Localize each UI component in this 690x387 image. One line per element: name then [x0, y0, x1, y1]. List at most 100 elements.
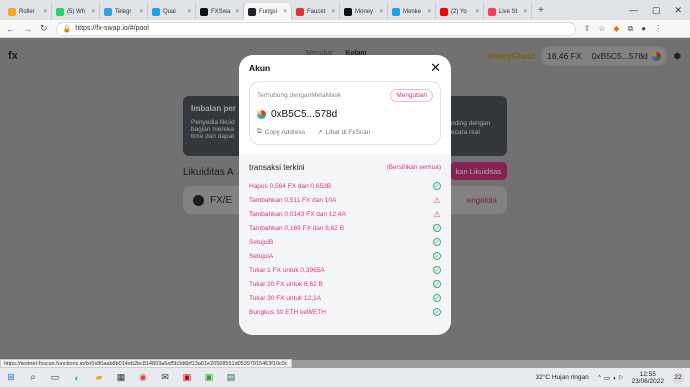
- transaction-text: Bungkus 30 ETH keWETH: [249, 308, 326, 316]
- clock[interactable]: 12:55 23/06/2022: [631, 371, 664, 385]
- notification-badge[interactable]: 22: [672, 371, 684, 384]
- check-circle-icon: ✓: [433, 182, 441, 190]
- view-explorer-label: Lihat di FxScan: [325, 128, 371, 136]
- warning-icon: ⚠: [433, 209, 441, 219]
- transaction-row[interactable]: Tukar 30 FX untuk 12,1A ✓: [249, 291, 441, 305]
- tab-close-icon[interactable]: ×: [427, 9, 431, 15]
- check-circle-icon: ✓: [433, 252, 441, 260]
- forward-icon[interactable]: →: [23, 24, 32, 34]
- transaction-row[interactable]: Bungkus 30 ETH keWETH ✓: [249, 305, 441, 319]
- transaction-row[interactable]: Tambahkan 0,0143 FX dan 12,4A ⚠: [249, 207, 441, 221]
- share-icon[interactable]: ⇪: [584, 24, 591, 33]
- transaction-text: SetujuiA: [249, 252, 274, 260]
- transaction-text: Tukar 30 FX untuk 12,1A: [249, 294, 322, 302]
- menu-icon[interactable]: ⋮: [654, 24, 662, 33]
- transaction-row[interactable]: Tambahkan 0,169 FX dan 8,62 B ✓: [249, 221, 441, 235]
- check-circle-icon: ✓: [433, 294, 441, 302]
- tab-label: FXSwa: [211, 8, 231, 15]
- window-controls: — ▢ ✕: [629, 0, 690, 20]
- tab-close-icon[interactable]: ×: [91, 9, 95, 15]
- tab-favicon-icon: [104, 7, 112, 16]
- windows-start-icon[interactable]: ⊞: [4, 371, 18, 384]
- browser-tab[interactable]: Fungsi ×: [244, 3, 292, 20]
- tab-favicon-icon: [248, 7, 256, 16]
- copy-address-button[interactable]: ⧉ Copy Address: [257, 128, 305, 136]
- tray-icons[interactable]: ⌃ ▭ ◑ ⚐: [597, 374, 624, 382]
- tab-close-icon[interactable]: ×: [523, 9, 527, 15]
- browser-tab[interactable]: FXSwa ×: [196, 3, 244, 20]
- browser-tab[interactable]: Monke ×: [388, 3, 436, 20]
- weather[interactable]: 32°C Hujan ringan: [536, 374, 589, 381]
- close-icon[interactable]: ✕: [430, 60, 441, 76]
- browser-tab[interactable]: Quai ×: [148, 3, 196, 20]
- tab-label: Quai: [163, 8, 176, 15]
- browser-tab[interactable]: Money ×: [340, 3, 388, 20]
- copy-address-label: Copy Address: [264, 128, 306, 136]
- check-circle-icon: ✓: [433, 266, 441, 274]
- tab-close-icon[interactable]: ×: [475, 9, 479, 15]
- store-icon[interactable]: ▦: [114, 371, 128, 384]
- status-bar-url: https://testnet-fxscan.functionx.io/tx/0…: [0, 359, 292, 368]
- browser-tab[interactable]: Roller ×: [4, 3, 52, 20]
- browser-tab[interactable]: (2) Yo ×: [436, 3, 484, 20]
- tab-close-icon[interactable]: ×: [331, 9, 335, 15]
- file-explorer-icon[interactable]: ▰: [92, 371, 106, 384]
- taskbar: ⊞ ⌕ ▭ ◐ ▰ ▦ ◉ ✉ ▣ ▣ ▤ 32°C Hujan ringan …: [0, 368, 690, 387]
- change-wallet-button[interactable]: Mengubah: [390, 89, 433, 102]
- new-tab-icon[interactable]: +: [538, 5, 544, 16]
- transaction-row[interactable]: Tambahkan 0,511 FX dan 10A ⚠: [249, 193, 441, 207]
- task-view-icon[interactable]: ▭: [48, 371, 62, 384]
- tab-label: Roller: [19, 8, 35, 15]
- address-bar[interactable]: 🔒 https://fx-swap.io/#/pool: [55, 21, 576, 36]
- tab-close-icon[interactable]: ×: [43, 9, 47, 15]
- browser-tab[interactable]: (5) Wh ×: [52, 3, 100, 20]
- edge-icon[interactable]: ◐: [70, 371, 84, 384]
- view-explorer-link[interactable]: ↗ Lihat di FxScan: [317, 128, 371, 137]
- browser-tab-bar: Roller × (5) Wh × Telegr × Quai × FXSwa × Fungsi × F…: [0, 0, 690, 20]
- profile-icon[interactable]: ●: [641, 24, 646, 33]
- transaction-row[interactable]: SetujuiB ✓: [249, 235, 441, 249]
- transaction-row[interactable]: SetujuiA ✓: [249, 249, 441, 263]
- tab-close-icon[interactable]: ×: [139, 9, 143, 15]
- close-window-icon[interactable]: ✕: [674, 5, 682, 16]
- copy-icon: ⧉: [257, 128, 262, 135]
- transaction-row[interactable]: Tukar 1 FX untuk 0,3965A ✓: [249, 263, 441, 277]
- tab-label: (2) Yo: [451, 8, 467, 15]
- connected-label: Terhubung denganMetaMask: [257, 92, 342, 99]
- app-icon[interactable]: ▣: [202, 371, 216, 384]
- tab-close-icon[interactable]: ×: [379, 9, 383, 15]
- transaction-list: Hapus 0,564 FX dan 0,653B ✓ Tambahkan 0,51…: [249, 179, 441, 319]
- extensions-icon[interactable]: ⧉: [628, 24, 634, 34]
- back-icon[interactable]: ←: [6, 24, 15, 34]
- system-tray: 32°C Hujan ringan ⌃ ▭ ◑ ⚐ 12:55 23/06/20…: [536, 368, 684, 387]
- app-icon[interactable]: ▣: [180, 371, 194, 384]
- chrome-icon[interactable]: ◉: [136, 371, 150, 384]
- browser-tab[interactable]: Live St ×: [484, 3, 532, 20]
- browser-tab[interactable]: Faucet ×: [292, 3, 340, 20]
- check-circle-icon: ✓: [433, 308, 441, 316]
- transaction-row[interactable]: Tukar 20 FX untuk 8,62 B ✓: [249, 277, 441, 291]
- reload-icon[interactable]: ↻: [40, 23, 48, 34]
- account-avatar-icon: [257, 110, 266, 119]
- transaction-text: Tambahkan 0,511 FX dan 10A: [249, 196, 337, 204]
- tab-close-icon[interactable]: ×: [283, 9, 287, 15]
- browser-tab[interactable]: Telegr ×: [100, 3, 148, 20]
- tab-close-icon[interactable]: ×: [235, 9, 239, 15]
- transaction-text: Tambahkan 0,0143 FX dan 12,4A: [249, 210, 346, 218]
- excel-icon[interactable]: ▤: [224, 371, 238, 384]
- tab-favicon-icon: [344, 7, 352, 16]
- mail-icon[interactable]: ✉: [158, 371, 172, 384]
- clear-all-button[interactable]: (Bersihkan semua): [386, 164, 441, 171]
- transaction-row[interactable]: Hapus 0,564 FX dan 0,653B ✓: [249, 179, 441, 193]
- maximize-icon[interactable]: ▢: [652, 5, 661, 16]
- tab-favicon-icon: [392, 7, 400, 16]
- clock-date: 23/06/2022: [631, 377, 664, 385]
- metamask-icon[interactable]: ◆: [613, 24, 619, 33]
- search-icon[interactable]: ⌕: [26, 371, 40, 384]
- minimize-icon[interactable]: —: [629, 5, 638, 15]
- browser-toolbar: ← → ↻ 🔒 https://fx-swap.io/#/pool ⇪ ☆ ◆ …: [0, 20, 690, 38]
- account-box: Terhubung denganMetaMask Mengubah 0xB5C5…: [249, 81, 441, 145]
- bookmark-icon[interactable]: ☆: [598, 24, 605, 33]
- transactions-title: transaksi terkini: [249, 163, 305, 172]
- tab-close-icon[interactable]: ×: [187, 9, 191, 15]
